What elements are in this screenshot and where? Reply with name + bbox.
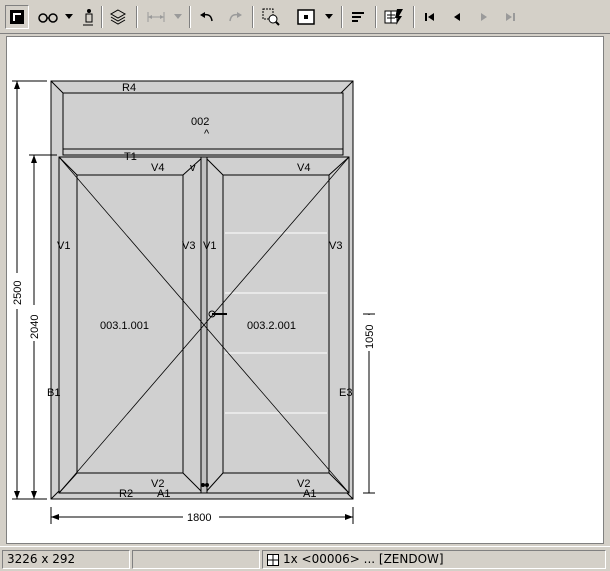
total-width-dimension: 1800 <box>187 512 211 524</box>
zoom-region-icon <box>262 8 280 26</box>
sash-left-top-label: V4 <box>151 162 164 174</box>
toolbar <box>0 0 610 34</box>
first-record-button[interactable] <box>419 5 441 29</box>
sash-right-right-label: V3 <box>329 240 342 252</box>
window-drawing: R4 002 ^ T1 V4 v V4 V1 V3 V1 V3 003.1.00… <box>9 80 377 524</box>
frame-select-dropdown[interactable] <box>323 5 335 29</box>
dimension-icon <box>147 12 165 22</box>
undo-button[interactable] <box>196 5 218 29</box>
bottom-left-a-label: A1 <box>157 488 170 500</box>
sash-height-dimension: 2040 <box>29 315 41 339</box>
sash-right-top-label: V4 <box>297 162 310 174</box>
bottom-right-a-label: A1 <box>303 488 316 500</box>
transom-id-label: 002 <box>191 116 209 128</box>
properties-icon <box>384 9 403 25</box>
status-empty <box>132 550 260 569</box>
square-logo-icon <box>10 10 24 24</box>
next-record-button[interactable] <box>473 5 495 29</box>
status-item: 1x <00006> ... [ZENDOW] <box>283 552 444 566</box>
mullion-top-label: T1 <box>124 151 137 163</box>
frame-select-button[interactable] <box>293 5 319 29</box>
align-left-icon <box>352 12 364 22</box>
previous-icon <box>454 13 460 21</box>
status-bar: 3226 x 292 1x <00006> ... [ZENDOW] <box>0 546 610 571</box>
layers-icon <box>109 9 127 25</box>
person-icon <box>83 9 93 26</box>
frame-bottom-label: R2 <box>119 488 133 500</box>
previous-record-button[interactable] <box>446 5 468 29</box>
redo-icon <box>229 12 242 22</box>
view-options-dropdown[interactable] <box>63 5 75 29</box>
redo-button[interactable] <box>224 5 246 29</box>
transom-mark-label: ^ <box>204 128 210 140</box>
last-record-button[interactable] <box>499 5 521 29</box>
sash-left-right-label: V3 <box>182 240 195 252</box>
status-item-panel: 1x <00006> ... [ZENDOW] <box>262 550 606 569</box>
sash-left-left-label: V1 <box>57 240 70 252</box>
frame-left-label: B1 <box>47 387 60 399</box>
frame-icon <box>297 9 315 25</box>
last-icon <box>506 13 515 21</box>
app-logo-button[interactable] <box>5 5 29 29</box>
undo-icon <box>200 12 213 22</box>
handle-height-dimension: 1050 <box>364 325 376 349</box>
sash-right-left-label: V1 <box>203 240 216 252</box>
person-button[interactable] <box>79 5 97 29</box>
view-glasses-button[interactable] <box>34 5 62 29</box>
grid-icon <box>267 553 279 566</box>
frame-right-label: E3 <box>339 387 352 399</box>
zoom-region-button[interactable] <box>259 5 283 29</box>
next-icon <box>481 13 487 21</box>
drawing-canvas[interactable]: R4 002 ^ T1 V4 v V4 V1 V3 V1 V3 003.1.00… <box>6 36 604 544</box>
layers-button[interactable] <box>106 5 130 29</box>
total-height-dimension: 2500 <box>12 281 24 305</box>
chevron-down-icon <box>65 14 73 19</box>
sash-right-id-label: 003.2.001 <box>247 320 296 332</box>
dimension-button[interactable] <box>143 5 169 29</box>
align-text-button[interactable] <box>346 5 370 29</box>
sash-left-mark-label: v <box>190 162 196 174</box>
status-size: 3226 x 292 <box>2 550 130 569</box>
properties-button[interactable] <box>381 5 407 29</box>
chevron-down-icon <box>174 14 182 19</box>
first-icon <box>425 13 434 21</box>
dimension-dropdown[interactable] <box>172 5 184 29</box>
glasses-icon <box>38 13 58 23</box>
top-frame-label: R4 <box>122 82 136 94</box>
chevron-down-icon <box>325 14 333 19</box>
sash-left-id-label: 003.1.001 <box>100 320 149 332</box>
